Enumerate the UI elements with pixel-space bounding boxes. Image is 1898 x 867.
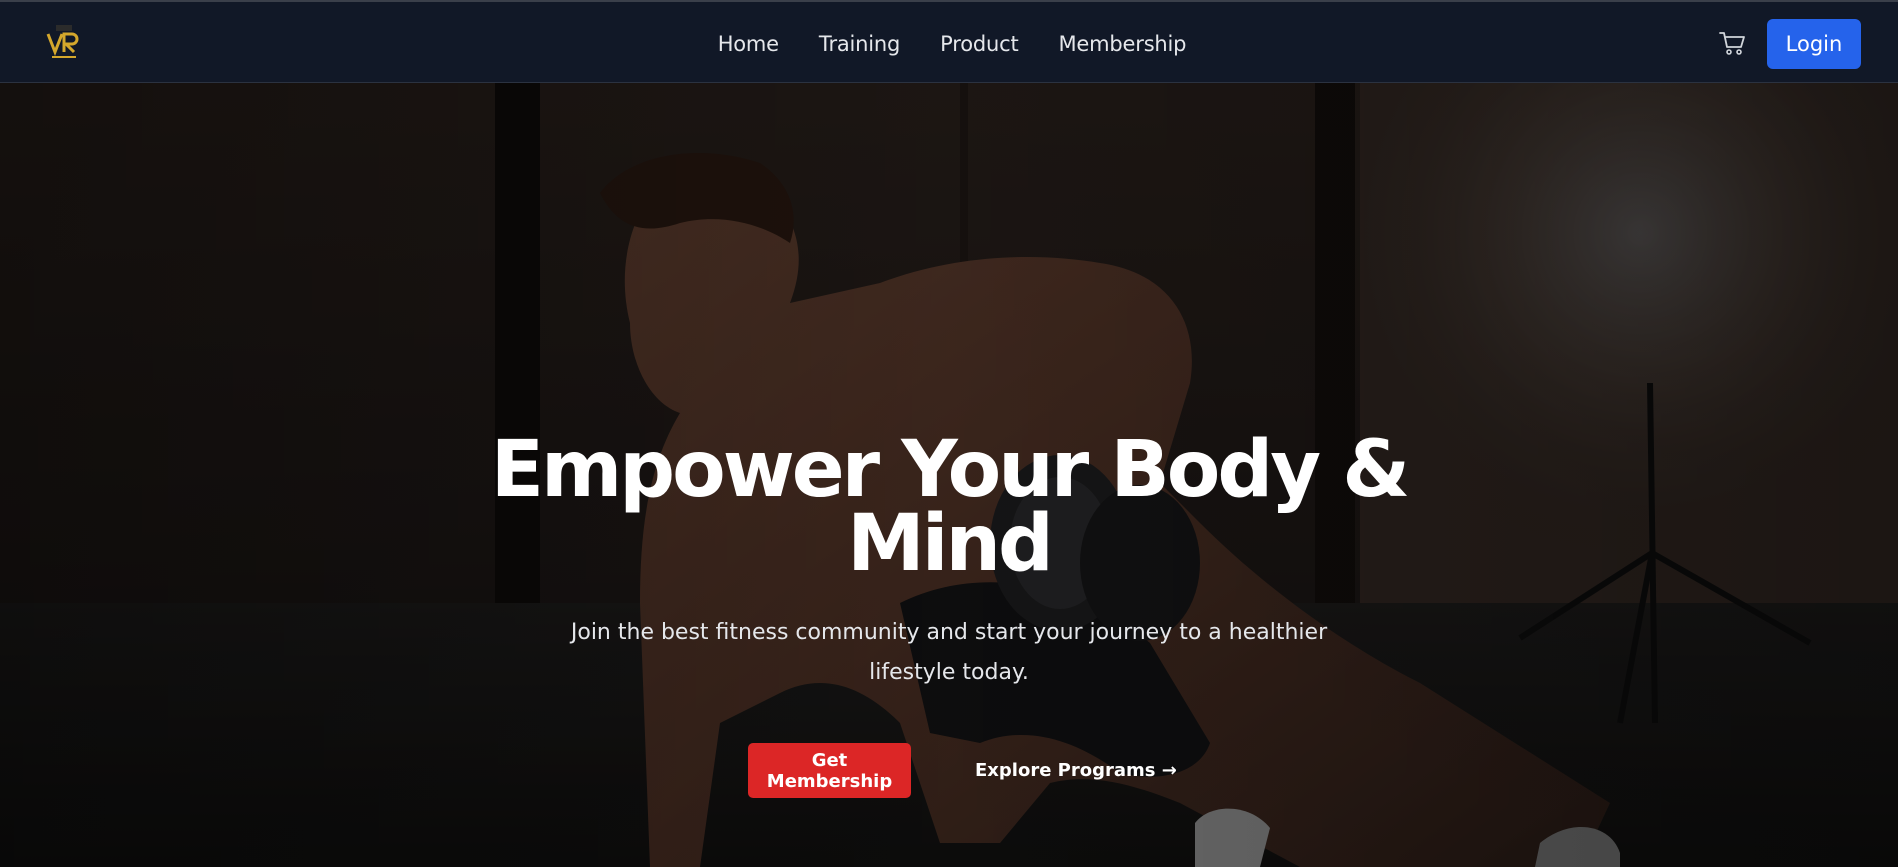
explore-programs-link[interactable]: Explore Programs → [975,755,1177,787]
shopping-cart-icon[interactable] [1718,28,1748,58]
nav-training[interactable]: Training [819,32,900,56]
hero-headline-line2: Mind [847,499,1054,589]
login-button[interactable]: Login [1767,19,1861,69]
nav-home[interactable]: Home [718,32,779,56]
hero-subtext: Join the best fitness community and star… [570,620,1328,685]
get-membership-button[interactable]: Get Membership [748,743,911,798]
hero-headline: Empower Your Body & Mind [0,425,1898,589]
main-nav: Home Training Product Membership [0,2,1898,85]
nav-product[interactable]: Product [940,32,1019,56]
hero-section: Empower Your Body & Mind Join the best f… [0,83,1898,867]
top-navigation-bar: Home Training Product Membership Login [0,0,1898,83]
hero-headline-line1: Empower Your Body & [490,425,1411,515]
nav-membership[interactable]: Membership [1059,32,1187,56]
